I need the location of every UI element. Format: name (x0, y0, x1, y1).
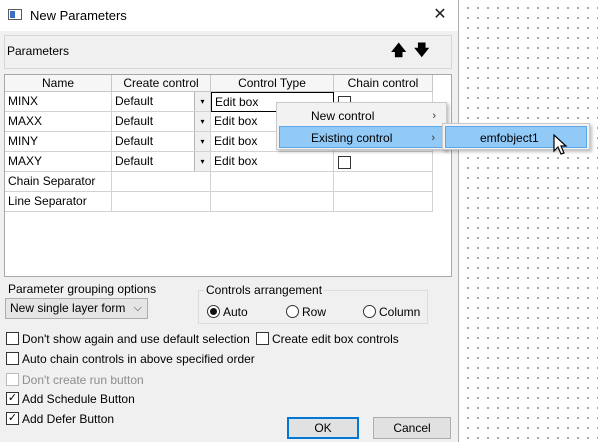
create-control-select[interactable]: Default ▾ (112, 132, 211, 152)
create-control-select[interactable]: Default ▾ (112, 152, 211, 172)
add-schedule-checkbox[interactable]: ✓ (6, 392, 19, 405)
table-row-name[interactable]: Chain Separator (5, 172, 112, 192)
create-control-cell (112, 192, 211, 212)
column-header-chain-control[interactable]: Chain control (334, 75, 433, 92)
dropdown-arrow-icon[interactable]: ▾ (194, 132, 210, 151)
parameters-label: Parameters (7, 44, 70, 58)
table-row-name[interactable]: MINY (5, 132, 112, 152)
dont-create-run-checkbox (6, 373, 19, 386)
ok-button[interactable]: OK (287, 417, 359, 439)
mouse-cursor-icon (553, 134, 568, 155)
submenu-item-label: emfobject1 (480, 131, 539, 145)
create-control-value: Default (115, 154, 154, 168)
menu-item-label: Existing control (311, 131, 393, 145)
radio-row[interactable] (286, 305, 299, 318)
auto-chain-checkbox[interactable] (6, 352, 19, 365)
create-edit-box-checkbox[interactable] (256, 332, 269, 345)
chain-control-cell (334, 192, 433, 212)
control-type-cell (211, 172, 334, 192)
dont-show-again-label[interactable]: Don't show again and use default selecti… (22, 332, 250, 346)
controls-arrangement-group: Controls arrangement Auto Row Column (198, 283, 428, 324)
column-header-create-control[interactable]: Create control (112, 75, 211, 92)
column-header-control-type[interactable]: Control Type (211, 75, 334, 92)
dropdown-arrow-icon[interactable]: ▾ (194, 152, 210, 171)
chevron-right-icon: › (432, 110, 436, 122)
dont-create-run-label: Don't create run button (22, 373, 144, 387)
table-row-name[interactable]: MAXY (5, 152, 112, 172)
create-control-value: Default (115, 134, 154, 148)
table-row-name[interactable]: Line Separator (5, 192, 112, 212)
window-title: New Parameters (30, 8, 127, 23)
dont-show-again-checkbox[interactable] (6, 332, 19, 345)
radio-column-label[interactable]: Column (379, 305, 420, 319)
radio-auto[interactable] (207, 305, 220, 318)
parameters-group-header: Parameters 🡅 🡇 (4, 35, 452, 69)
create-control-value: Default (115, 94, 154, 108)
grouping-selected-value: New single layer form (10, 301, 126, 315)
close-icon[interactable]: ✕ (428, 4, 452, 26)
radio-auto-label[interactable]: Auto (223, 305, 248, 319)
move-up-icon[interactable]: 🡅 (391, 40, 406, 65)
menu-item-existing-control[interactable]: Existing control › (279, 126, 444, 148)
table-row-name[interactable]: MINX (5, 92, 112, 112)
menu-item-label: New control (311, 109, 375, 123)
title-bar[interactable]: New Parameters ✕ (0, 0, 458, 31)
create-control-value: Default (115, 114, 154, 128)
grouping-options-select[interactable]: New single layer form ⌵ (5, 298, 148, 319)
radio-column[interactable] (363, 305, 376, 318)
auto-chain-label[interactable]: Auto chain controls in above specified o… (22, 352, 255, 366)
dropdown-arrow-icon[interactable]: ▾ (194, 112, 210, 131)
create-control-select[interactable]: Default ▾ (112, 92, 211, 112)
create-control-cell (112, 172, 211, 192)
add-defer-checkbox[interactable]: ✓ (6, 412, 19, 425)
column-header-name[interactable]: Name (5, 75, 112, 92)
control-type-cell[interactable]: Edit box (211, 152, 334, 172)
controls-arrangement-legend: Controls arrangement (204, 283, 325, 297)
control-type-cell (211, 192, 334, 212)
chain-control-checkbox[interactable] (338, 156, 351, 169)
cancel-button[interactable]: Cancel (373, 417, 451, 439)
create-control-select[interactable]: Default ▾ (112, 112, 211, 132)
table-row-name[interactable]: MAXX (5, 112, 112, 132)
menu-item-new-control[interactable]: New control › (279, 105, 444, 127)
create-edit-box-label[interactable]: Create edit box controls (272, 332, 399, 346)
chevron-down-icon: ⌵ (133, 302, 142, 314)
new-parameters-dialog: New Parameters ✕ Parameters 🡅 🡇 Name Cre… (0, 0, 459, 442)
chain-control-cell (334, 172, 433, 192)
context-menu: New control › Existing control › (276, 102, 447, 150)
chevron-right-icon: › (431, 132, 435, 144)
dropdown-arrow-icon[interactable]: ▾ (194, 92, 210, 111)
add-defer-label[interactable]: Add Defer Button (22, 412, 114, 426)
radio-row-label[interactable]: Row (302, 305, 326, 319)
move-down-icon[interactable]: 🡇 (414, 40, 429, 65)
grouping-options-label: Parameter grouping options (8, 282, 157, 296)
add-schedule-label[interactable]: Add Schedule Button (22, 392, 135, 406)
app-window-icon (8, 9, 22, 20)
